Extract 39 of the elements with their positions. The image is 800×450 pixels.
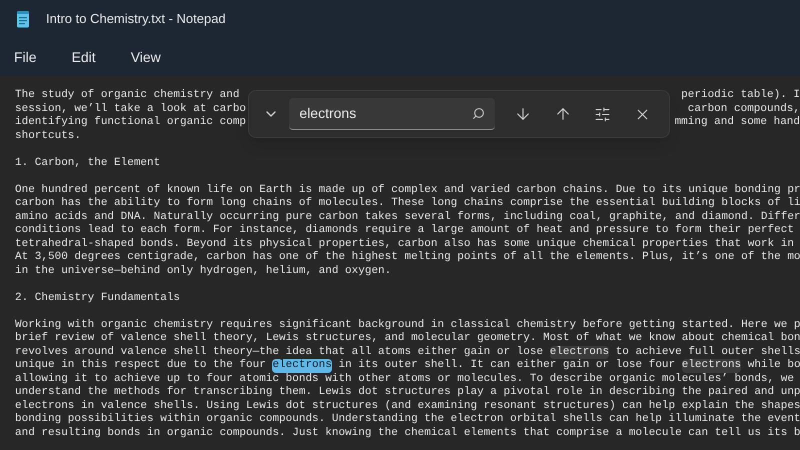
text-line: At 3,500 degrees centigrade, carbon has one of the highest melting points of all the elements. Plus, it’s one of the mo — [15, 251, 800, 263]
text-line: revolves around valence shell theory—the idea that all atoms either gain or lose — [15, 346, 544, 359]
search-match: electrons — [550, 346, 610, 359]
text-line: mming and some hand — [674, 116, 800, 130]
text-line: brief review of valence shell theory, Lewis structures, and molecular geometry. Most of what we know about chemical bon — [15, 332, 800, 344]
text-line: identifying functional organic comp — [15, 116, 246, 130]
text-line: carbon compounds, — [688, 102, 800, 116]
text-line: session, we’ll take a look at carbo — [15, 102, 246, 116]
search-match: electrons — [272, 359, 332, 372]
text-line: and resulting bonds in organic compounds. Just knowing the chemical elements that comprise a molecule can tell us its b — [15, 426, 800, 438]
text-line: conditions lead to each form. For instance, diamonds require a large amount of heat and pressure to form their perfect — [15, 224, 794, 236]
text-line: 2. Chemistry Fundamentals — [15, 292, 180, 304]
text-line: One hundred percent of known life on Earth is made up of complex and varied carbon chains. Due to its unique bonding pr — [15, 184, 800, 196]
text-line: carbon has the ability to form long chains of molecules. These long chains comprise the essential building blocks of li — [15, 197, 800, 209]
text-line: electrons in valence shells. Using Lewis dot structures (and examining resonant structures) can help explain the shapes — [15, 400, 800, 412]
search-icon[interactable] — [472, 107, 486, 120]
text-line: periodic table). I — [681, 89, 800, 102]
text-line: Working with organic chemistry requires significant background in classical chemistry before getting started. Here we p — [15, 318, 800, 330]
text-line: shortcuts. — [15, 130, 82, 142]
text-line: understand the methods for transcribing them. Lewis dot structures play a pivotal role in describing the paired and unp — [15, 386, 800, 398]
text-line: bonding possibilities within organic compounds. Understanding the electron orbital shells can help illuminate the event — [15, 413, 800, 425]
text-line: 1. Carbon, the Element — [15, 156, 160, 168]
menu-item[interactable]: View — [120, 42, 171, 72]
text-line: in the universe—behind only hydrogen, helium, and oxygen. — [15, 264, 392, 276]
text-line: allowing it to achieve up to four atomic bonds with other atoms or molecules. To describe organic molecules’ bonds, we — [15, 372, 794, 384]
text-line: while bo — [746, 359, 800, 372]
text-line: amino acids and DNA. Naturally occurring pure carbon takes several forms, including coal, graphite, and diamond. Differ — [15, 210, 800, 222]
search-match: electrons — [682, 359, 742, 372]
text-line: unique in this respect due to the four — [15, 359, 267, 372]
text-line: tetrahedral-shaped bonds. Beyond its physical properties, carbon also has some unique chemical properties that work in — [15, 238, 794, 250]
sliders-icon — [594, 106, 612, 122]
text-line: in its outer shell. It can either gain or lose four — [337, 359, 676, 372]
menu-item[interactable]: Edit — [62, 42, 106, 72]
search-field[interactable]: electrons — [289, 98, 496, 130]
window-title: Intro to Chemistry.txt - Notepad — [46, 10, 226, 28]
notepad-icon — [16, 10, 30, 28]
text-line: The study of organic chemistry and — [15, 89, 240, 102]
text-line: to achieve full outer shells — [614, 346, 800, 359]
menu-item[interactable]: File — [4, 42, 47, 72]
